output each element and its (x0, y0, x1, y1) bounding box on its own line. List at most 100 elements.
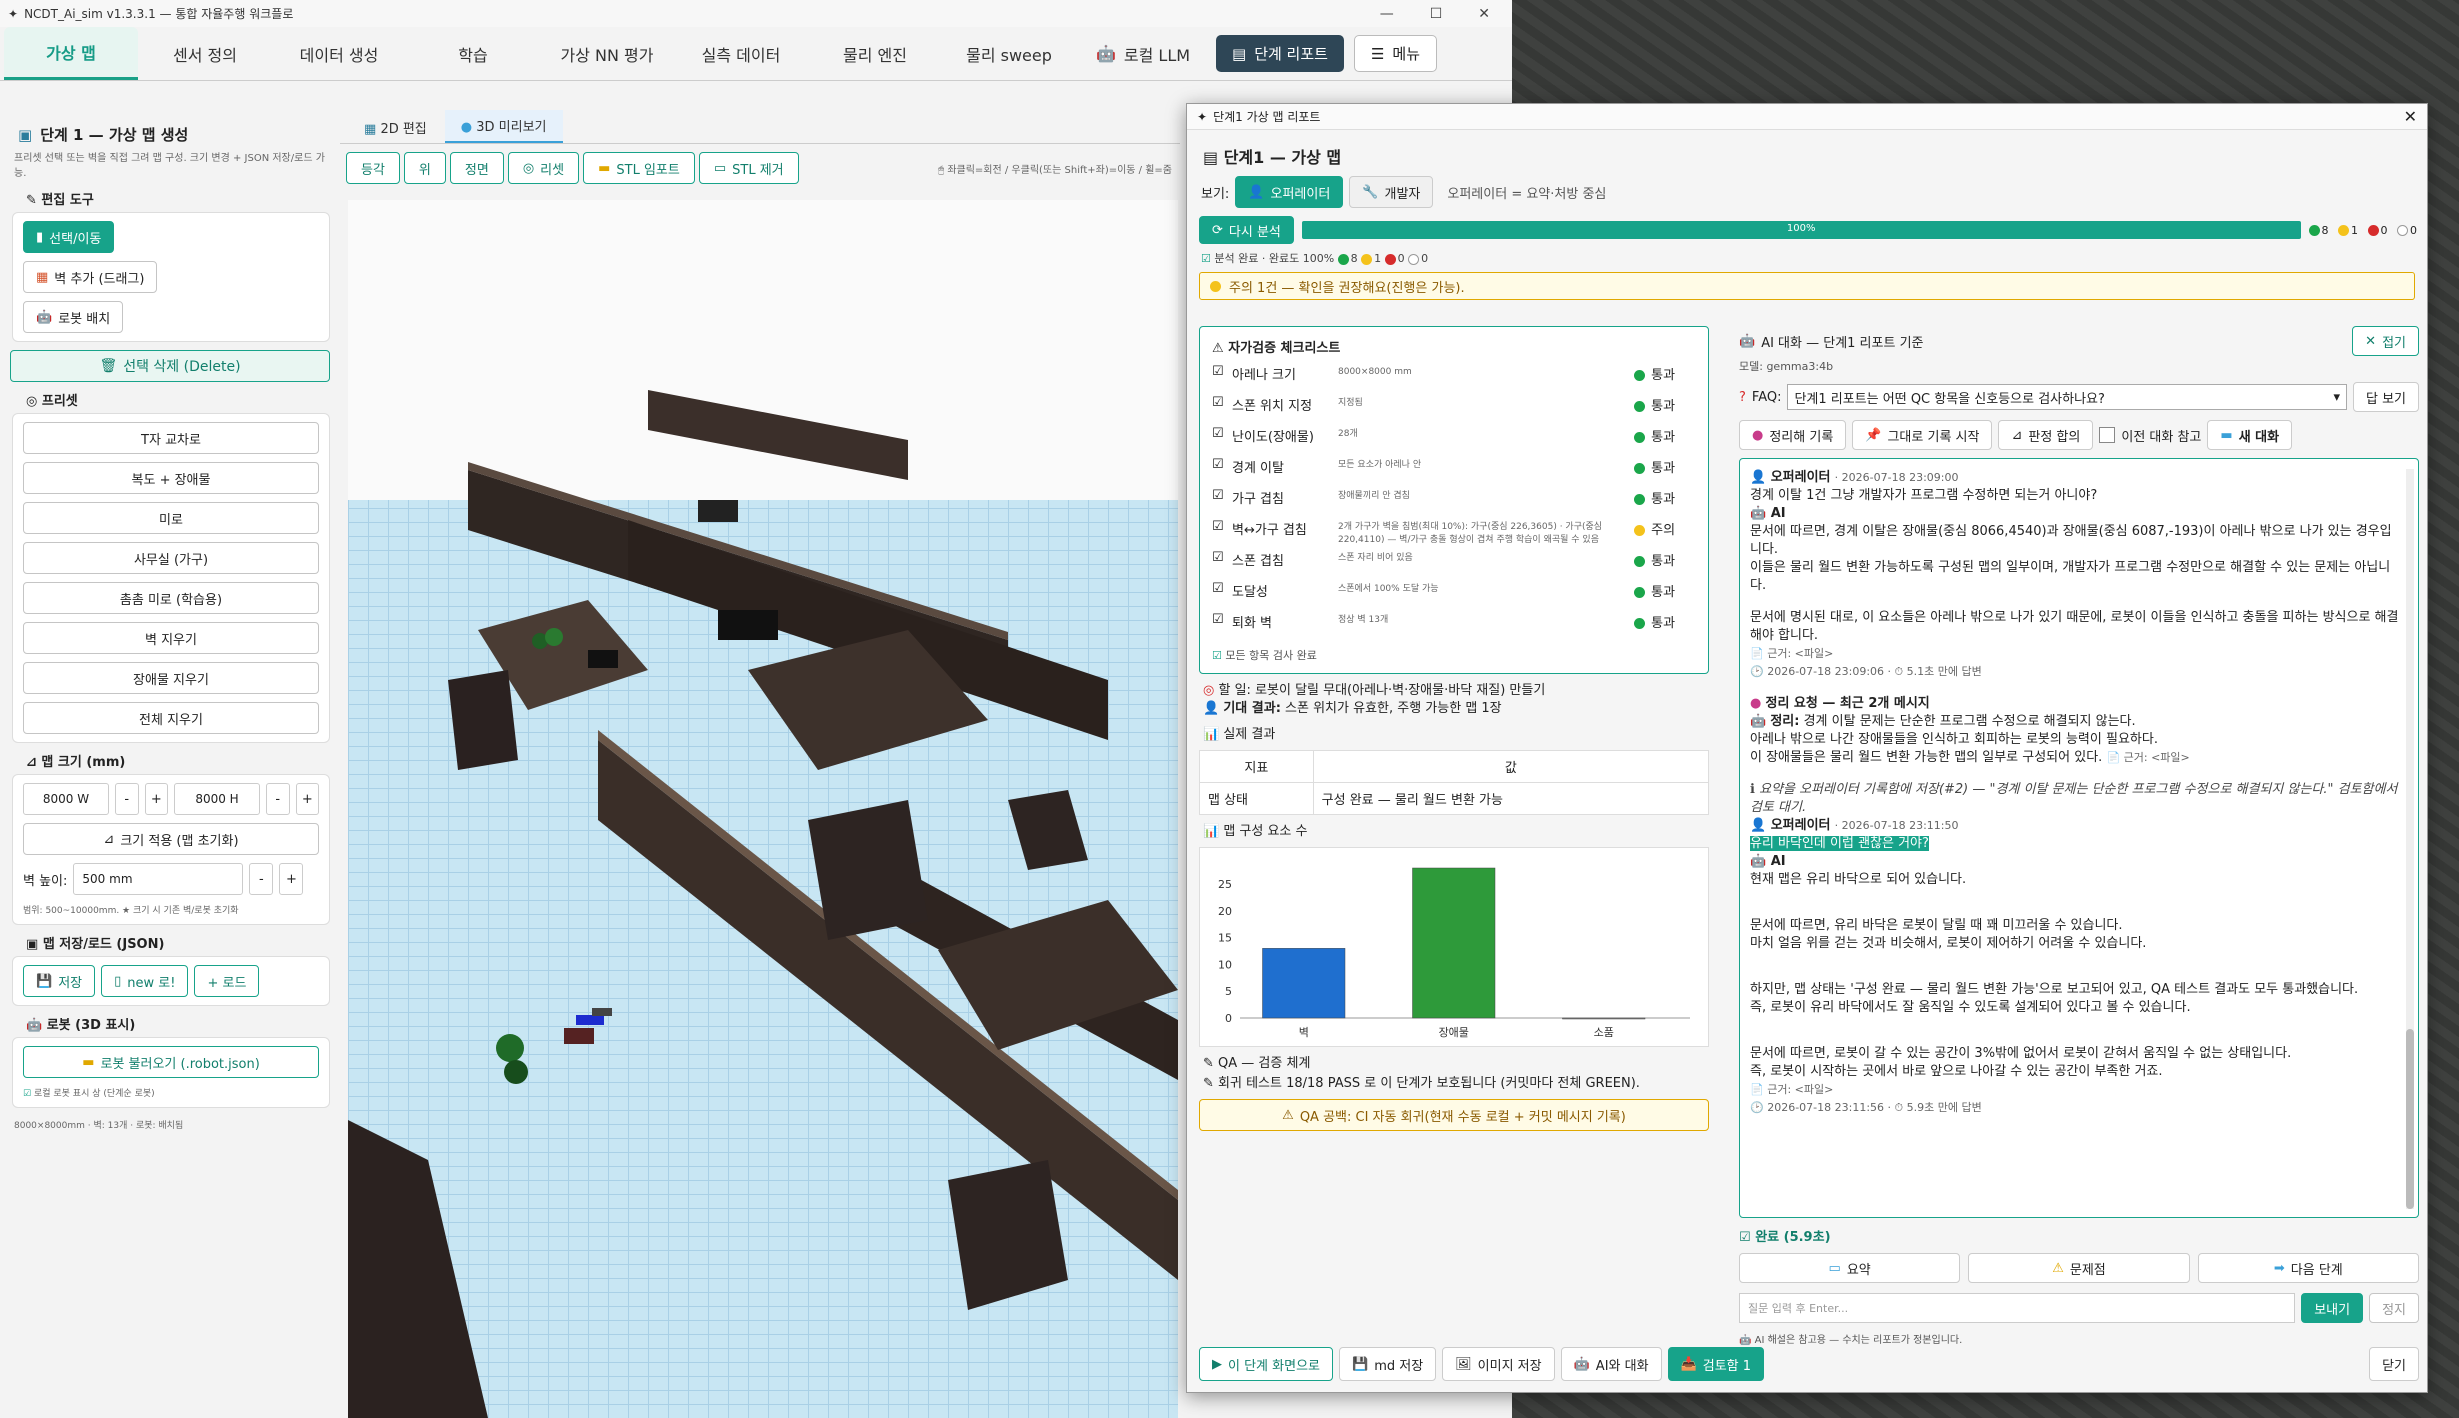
red-dot-icon (1384, 253, 1396, 265)
report-icon: ▤ (1232, 44, 1247, 63)
check-status: 주의 (1634, 519, 1696, 538)
save-md-button[interactable]: 💾 md 저장 (1339, 1347, 1437, 1381)
issues-button[interactable]: ⚠ 문제점 (1968, 1253, 2190, 1283)
tab-sensor[interactable]: 센서 정의 (138, 27, 272, 80)
preset-button[interactable]: T자 교차로 (23, 422, 319, 454)
stage-report-button[interactable]: ▤ 단계 리포트 (1216, 35, 1344, 72)
preset-button[interactable]: 촘촘 미로 (학습용) (23, 582, 319, 614)
tab-label: 로컬 LLM (1123, 45, 1191, 65)
ai-chat-panel: 🤖 AI 대화 — 단계1 리포트 기준 ✕ 접기 모델: gemma3:4b ?… (1739, 326, 2419, 1346)
collapse-button[interactable]: ✕ 접기 (2352, 326, 2419, 356)
status-dot-icon (1634, 463, 1645, 474)
tab-data-gen[interactable]: 데이터 생성 (272, 27, 406, 80)
check-name: 스폰 겹침 (1232, 554, 1284, 569)
ai-chat-button[interactable]: 🤖 AI와 대화 (1560, 1347, 1662, 1381)
mapsize-heading: ⊿ 맵 크기 (mm) (26, 755, 126, 770)
preset-button[interactable]: 전체 지우기 (23, 702, 319, 734)
reanalyze-button[interactable]: ⟳ 다시 분석 (1199, 216, 1294, 244)
maximize-button[interactable]: ☐ (1430, 6, 1443, 22)
report-heading: ▤ 단계1 — 가상 맵 (1203, 148, 1342, 167)
faq-select[interactable]: 단계1 리포트는 어떤 QC 항목을 신호등으로 검사하나요? ▾ (1787, 384, 2347, 410)
preset-button[interactable]: 복도 + 장애물 (23, 462, 319, 494)
message-text: 하지만, 맵 상태는 '구성 완료 — 물리 월드 변환 가능'으로 보고되어 … (1750, 982, 2359, 997)
speech-icon: ● (1750, 696, 1762, 711)
preset-box: T자 교차로복도 + 장애물미로사무실 (가구) 촘촘 미로 (학습용) 벽 지우기… (12, 413, 330, 743)
operator-view-toggle[interactable]: 👤 오퍼레이터 (1235, 176, 1344, 208)
map-width-input[interactable]: 8000 W (23, 783, 110, 815)
tab-2d-edit[interactable]: ▦ 2D 편집 (348, 112, 443, 143)
save-map-button[interactable]: 💾 저장 (23, 965, 96, 997)
floppy-icon: 💾 (36, 973, 53, 989)
tab-train[interactable]: 학습 (406, 27, 540, 80)
load-robot-button[interactable]: ▬ 로봇 불러오기 (.robot.json) (23, 1046, 319, 1078)
preset-button[interactable]: 미로 (23, 502, 319, 534)
save-image-button[interactable]: 🖼 이미지 저장 (1442, 1347, 1555, 1381)
tab-nn-eval[interactable]: 가상 NN 평가 (540, 27, 674, 80)
height-decrement[interactable]: - (266, 783, 290, 815)
preset-button[interactable]: 장애물 지우기 (23, 662, 319, 694)
summarize-record-button[interactable]: ● 정리해 기록 (1739, 420, 1847, 450)
isometric-button[interactable]: 등각 (346, 152, 400, 184)
prev-ctx-checkbox[interactable] (2099, 427, 2116, 443)
check-detail: 8000×8000 mm (1338, 367, 1412, 377)
tab-virtual-map[interactable]: 가상 맵 (4, 27, 138, 80)
wall-height-decrement[interactable]: - (249, 863, 274, 895)
y-tick-label: 0 (1225, 1012, 1232, 1025)
wall-height-input[interactable]: 500 mm (73, 863, 244, 895)
go-to-stage-button[interactable]: ▶ 이 단계 화면으로 (1199, 1347, 1333, 1381)
robot-option[interactable]: ☑ 로컬 로봇 표시 상 (단계순 로봇) (23, 1086, 319, 1099)
close-report-icon[interactable]: ✕ (2404, 107, 2417, 126)
view-answer-button[interactable]: 답 보기 (2352, 382, 2419, 412)
bar (1262, 948, 1346, 1019)
preset-button[interactable]: 사무실 (가구) (23, 542, 319, 574)
chart-icon: 📊 (1203, 824, 1220, 839)
analysis-summary: ☑ 분석 완료 · 완료도 100% 8 1 0 0 (1201, 252, 1429, 265)
map-height-input[interactable]: 8000 H (174, 783, 261, 815)
verdict-agree-button[interactable]: ⊿ 판정 합의 (1998, 420, 2094, 450)
tab-physics-sweep[interactable]: 물리 sweep (942, 27, 1076, 80)
review-box-button[interactable]: 📥 검토함 1 (1667, 1347, 1765, 1381)
tab-real-data[interactable]: 실측 데이터 (674, 27, 808, 80)
check-name: 벽↔가구 겹침 (1232, 523, 1307, 538)
new-chat-button[interactable]: ▬ 새 대화 (2207, 420, 2293, 450)
summary-button[interactable]: ▭ 요약 (1739, 1253, 1961, 1283)
top-view-button[interactable]: 위 (403, 152, 446, 184)
chat-input[interactable]: 질문 입력 후 Enter... (1739, 1293, 2296, 1323)
tab-local-llm[interactable]: 🤖 로컬 LLM (1076, 27, 1210, 80)
person-icon: 👤 (1248, 184, 1265, 200)
table-cell: 구성 완료 — 물리 월드 변환 가능 (1312, 782, 1710, 815)
apply-size-button[interactable]: ⊿ 크기 적용 (맵 초기화) (23, 823, 319, 855)
menu-button[interactable]: ☰ 메뉴 (1353, 35, 1438, 72)
developer-view-toggle[interactable]: 🔧 개발자 (1349, 176, 1434, 208)
close-window-button[interactable]: ✕ (1478, 6, 1490, 22)
place-robot-button[interactable]: 🤖 로봇 배치 (23, 301, 124, 333)
chat-scrollbar[interactable] (2406, 469, 2414, 1209)
tab-3d-preview[interactable]: ● 3D 미리보기 (444, 110, 563, 143)
send-button[interactable]: 보내기 (2301, 1293, 2364, 1323)
delete-selection-button[interactable]: 🗑 선택 삭제 (Delete) (10, 350, 330, 382)
select-move-button[interactable]: ▮ 선택/이동 (23, 221, 115, 253)
stl-remove-button[interactable]: ▭ STL 제거 (698, 152, 799, 184)
stop-button[interactable]: 정지 (2369, 1293, 2419, 1323)
tab-label: 가상 맵 (46, 44, 96, 63)
person-icon: 👤 (1203, 701, 1220, 716)
wall-height-increment[interactable]: + (279, 863, 304, 895)
front-view-button[interactable]: 정면 (449, 152, 504, 184)
next-step-button[interactable]: ➡ 다음 단계 (2197, 1253, 2419, 1283)
width-decrement[interactable]: - (115, 783, 139, 815)
new-save-button[interactable]: ▯ new 로! (101, 965, 189, 997)
3d-viewport[interactable] (348, 200, 1178, 1418)
reset-view-button[interactable]: ◎ 리셋 (507, 152, 580, 184)
load-map-button[interactable]: + 로드 (194, 965, 260, 997)
stl-import-button[interactable]: ▬ STL 임포트 (583, 152, 695, 184)
checklist-item: ☑ 도달성 스폰에서 100% 도달 가능 통과 (1212, 581, 1696, 612)
close-report-button[interactable]: 닫기 (2369, 1347, 2419, 1381)
tab-physics[interactable]: 물리 엔진 (808, 27, 942, 80)
minimize-button[interactable]: — (1380, 6, 1394, 22)
preset-button[interactable]: 벽 지우기 (23, 622, 319, 654)
width-increment[interactable]: + (144, 783, 169, 815)
record-start-button[interactable]: 📌 그대로 기록 시작 (1852, 420, 1993, 450)
height-increment[interactable]: + (295, 783, 320, 815)
check-detail: 지정됨 (1338, 398, 1363, 408)
add-wall-button[interactable]: ▦ 벽 추가 (드래그) (23, 261, 158, 293)
